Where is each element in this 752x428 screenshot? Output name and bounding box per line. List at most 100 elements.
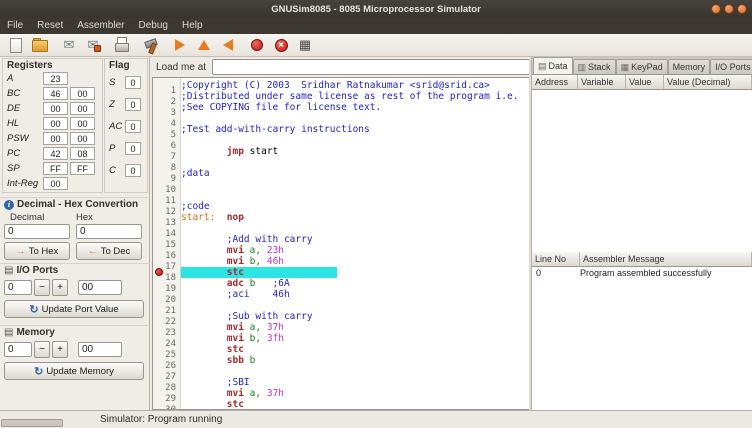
register-value-cell[interactable]: 00 <box>43 102 68 115</box>
new-button[interactable] <box>4 35 28 56</box>
close-button[interactable] <box>737 4 747 14</box>
gutter-line[interactable]: 30 <box>153 399 180 410</box>
gutter-line[interactable]: 20 <box>153 289 180 300</box>
gutter-line[interactable]: 28 <box>153 377 180 388</box>
save-as-button[interactable] <box>81 35 105 56</box>
gutter-line[interactable]: 3 <box>153 102 180 113</box>
register-value-cell[interactable]: 42 <box>43 147 68 160</box>
gutter-line[interactable]: 9 <box>153 168 180 179</box>
flag-value-cell[interactable]: 0 <box>125 142 141 155</box>
code-line-10[interactable] <box>181 179 529 190</box>
gutter-line[interactable]: 10 <box>153 179 180 190</box>
open-button[interactable] <box>28 35 52 56</box>
io-port-address-input[interactable] <box>4 280 32 295</box>
register-value-cell[interactable]: 46 <box>43 87 68 100</box>
message-row[interactable]: 0Program assembled successfully <box>532 267 752 280</box>
code-line-8[interactable] <box>181 157 529 168</box>
message-header-line-no[interactable]: Line No <box>532 252 580 267</box>
stop-button[interactable] <box>269 35 293 56</box>
source-editor[interactable]: 1234567891011121314151617181920212223242… <box>152 77 530 410</box>
register-value-cell[interactable]: 00 <box>43 132 68 145</box>
load-me-at-input[interactable] <box>212 59 530 75</box>
code-line-1[interactable]: ;Copyright (C) 2003 Sridhar Ratnakumar <… <box>181 80 529 91</box>
code-line-5[interactable]: ;Test add-with-carry instructions <box>181 124 529 135</box>
flag-value-cell[interactable]: 0 <box>125 164 141 177</box>
register-value-cell[interactable]: 00 <box>70 132 95 145</box>
gutter-line[interactable]: 29 <box>153 388 180 399</box>
register-value-cell[interactable]: 08 <box>70 147 95 160</box>
memory-value-input[interactable] <box>78 342 122 357</box>
tab-i-o-ports[interactable]: I/O Ports <box>710 59 752 74</box>
flag-value-cell[interactable]: 0 <box>125 98 141 111</box>
tab-data[interactable]: Data <box>533 57 573 74</box>
data-header-variable[interactable]: Variable <box>578 75 626 90</box>
tab-keypad[interactable]: KeyPad <box>616 59 668 74</box>
gutter-line[interactable]: 7 <box>153 146 180 157</box>
memory-address-input[interactable] <box>4 342 32 357</box>
update-memory-button[interactable]: Update Memory <box>4 362 144 380</box>
code-line-29[interactable]: mvi a, 37h <box>181 388 529 399</box>
gutter-line[interactable]: 24 <box>153 333 180 344</box>
gutter-line[interactable]: 18 <box>153 267 180 278</box>
code-line-14[interactable] <box>181 223 529 234</box>
code-line-13[interactable]: start: nop <box>181 212 529 223</box>
gutter-line[interactable]: 16 <box>153 245 180 256</box>
register-value-cell[interactable]: FF <box>70 162 95 175</box>
tab-memory[interactable]: Memory <box>668 59 711 74</box>
gutter-line[interactable]: 25 <box>153 344 180 355</box>
code-line-4[interactable] <box>181 113 529 124</box>
data-table-body[interactable] <box>532 90 752 252</box>
code-line-26[interactable]: sbb b <box>181 355 529 366</box>
code-line-9[interactable]: ;data <box>181 168 529 179</box>
code-area[interactable]: ;Copyright (C) 2003 Sridhar Ratnakumar <… <box>181 78 529 409</box>
hex-input[interactable] <box>76 224 142 239</box>
code-line-3[interactable]: ;See COPYING file for license text. <box>181 102 529 113</box>
menu-assembler[interactable]: Assembler <box>70 18 131 34</box>
register-value-cell[interactable]: FF <box>43 162 68 175</box>
memory-plus-button[interactable]: + <box>52 341 68 358</box>
menu-debug[interactable]: Debug <box>132 18 175 34</box>
code-line-6[interactable] <box>181 135 529 146</box>
code-line-15[interactable]: ;Add with carry <box>181 234 529 245</box>
gutter-line[interactable]: 8 <box>153 157 180 168</box>
gutter-line[interactable]: 13 <box>153 212 180 223</box>
register-value-cell[interactable]: 00 <box>70 102 95 115</box>
code-line-16[interactable]: mvi a, 23h <box>181 245 529 256</box>
gutter-line[interactable]: 11 <box>153 190 180 201</box>
step-button[interactable] <box>192 35 216 56</box>
maximize-button[interactable] <box>724 4 734 14</box>
to-hex-button[interactable]: To Hex <box>4 242 70 260</box>
code-line-18[interactable]: stc <box>181 267 529 278</box>
assemble-button[interactable] <box>139 35 163 56</box>
register-value-cell[interactable]: 00 <box>70 117 95 130</box>
to-dec-button[interactable]: To Dec <box>76 242 142 260</box>
code-line-19[interactable]: adc b ;6A <box>181 278 529 289</box>
gutter-line[interactable]: 26 <box>153 355 180 366</box>
step-back-button[interactable] <box>216 35 240 56</box>
minimize-button[interactable] <box>711 4 721 14</box>
code-line-30[interactable]: stc <box>181 399 529 410</box>
data-header-address[interactable]: Address <box>532 75 578 90</box>
record-button[interactable] <box>245 35 269 56</box>
gutter-line[interactable]: 2 <box>153 91 180 102</box>
register-value-cell[interactable]: 23 <box>43 72 68 85</box>
gutter-line[interactable]: 14 <box>153 223 180 234</box>
save-button[interactable] <box>57 35 81 56</box>
code-line-17[interactable]: mvi b, 46h <box>181 256 529 267</box>
menu-reset[interactable]: Reset <box>30 18 70 34</box>
gutter-line[interactable]: 12 <box>153 201 180 212</box>
code-line-22[interactable]: ;Sub with carry <box>181 311 529 322</box>
message-header-assembler-message[interactable]: Assembler Message <box>580 252 752 267</box>
code-line-12[interactable]: ;code <box>181 201 529 212</box>
gutter-line[interactable]: 22 <box>153 311 180 322</box>
menu-file[interactable]: File <box>0 18 30 34</box>
data-header-value-decimal[interactable]: Value (Decimal) <box>664 75 752 90</box>
message-table-body[interactable]: 0Program assembled successfully <box>532 267 752 410</box>
gutter-line[interactable]: 23 <box>153 322 180 333</box>
code-line-2[interactable]: ;Distributed under same license as rest … <box>181 91 529 102</box>
flag-value-cell[interactable]: 0 <box>125 76 141 89</box>
code-line-24[interactable]: mvi b, 3fh <box>181 333 529 344</box>
line-number-gutter[interactable]: 1234567891011121314151617181920212223242… <box>153 78 181 409</box>
gutter-line[interactable]: 5 <box>153 124 180 135</box>
tab-stack[interactable]: Stack <box>573 59 616 74</box>
